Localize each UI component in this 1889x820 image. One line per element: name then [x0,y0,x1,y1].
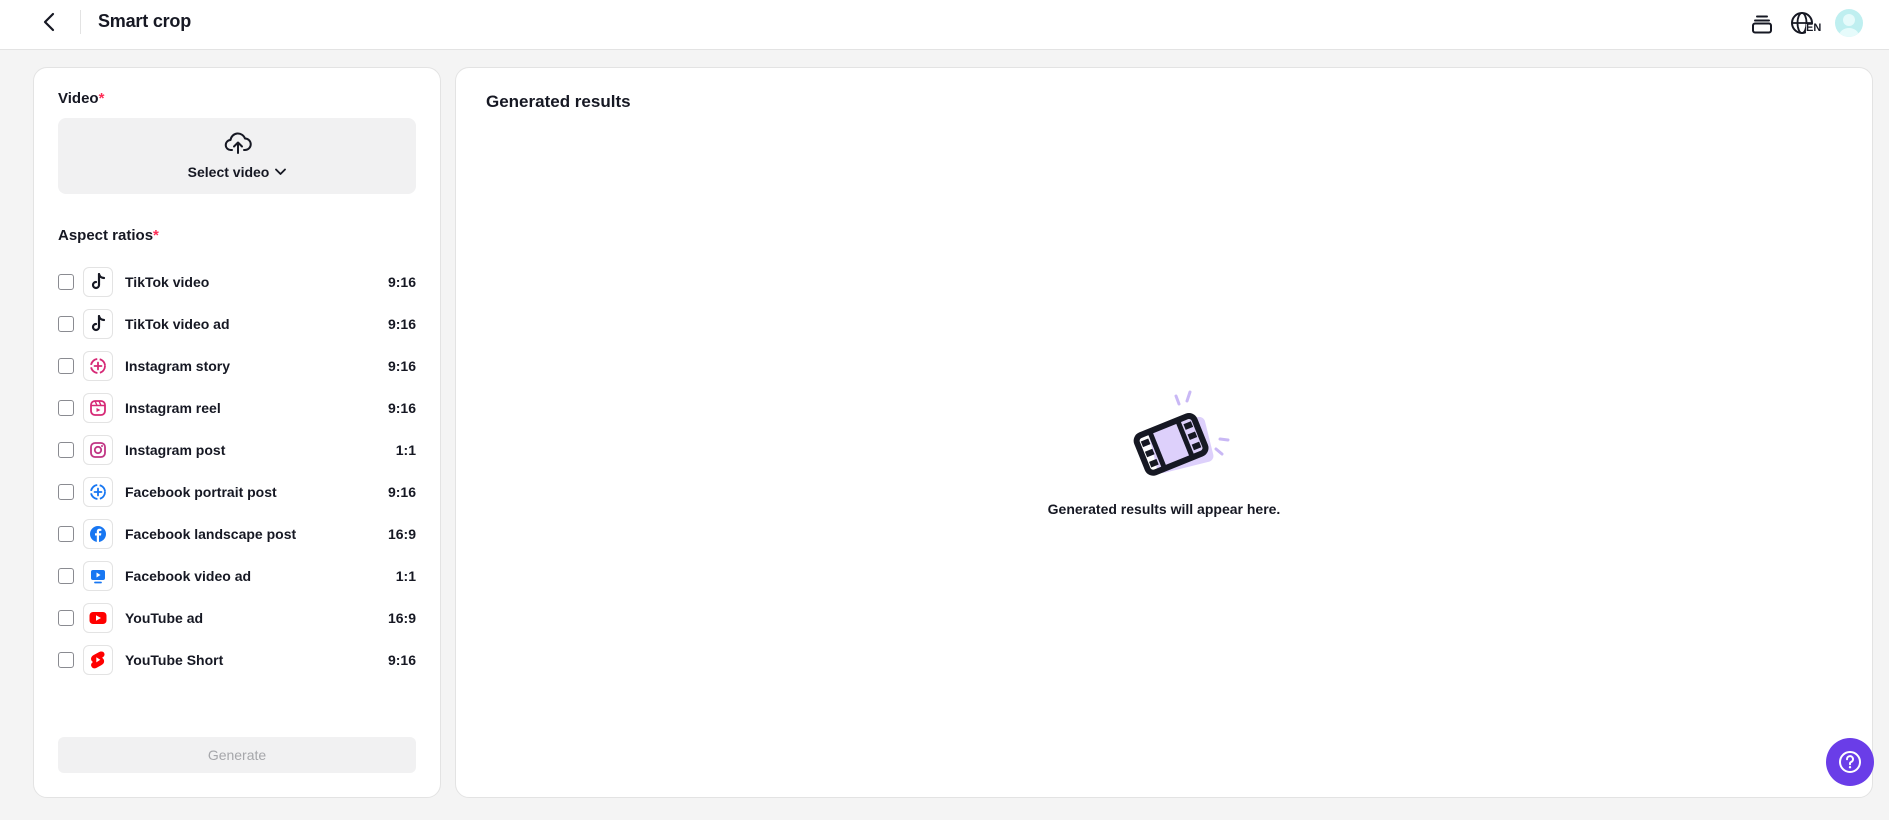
ratio-label: TikTok video [125,274,210,290]
results-title: Generated results [486,92,631,111]
ratio-option-youtube-short[interactable]: YouTube Short 9:16 [58,639,416,681]
ratio-option-instagram-reel[interactable]: Instagram reel 9:16 [58,387,416,429]
select-video-label: Select video [187,164,270,180]
page-title: Smart crop [98,11,192,31]
ratio-checkbox[interactable] [58,484,74,500]
language-code: EN [1806,22,1822,34]
results-panel: Generated results Generated results will… [455,67,1873,798]
avatar [1835,9,1863,37]
youtube-icon [83,603,113,633]
youtube-shorts-icon [83,645,113,675]
chevron-left-icon [43,12,55,32]
instagram-reel-icon [83,393,113,423]
video-label: Video* [58,90,104,107]
layers-icon [1752,15,1772,34]
ratio-option-tiktok-video[interactable]: TikTok video 9:16 [58,261,416,303]
tiktok-icon [83,309,113,339]
ratio-option-instagram-story[interactable]: Instagram story 9:16 [58,345,416,387]
facebook-video-icon [83,561,113,591]
ratio-value: 9:16 [387,400,416,416]
layers-button[interactable] [1749,10,1775,38]
ratio-value: 1:1 [395,442,416,458]
ratio-label: TikTok video ad [125,316,230,332]
ratio-checkbox[interactable] [58,652,74,668]
language-button[interactable]: EN [1790,10,1824,38]
ratio-option-facebook-video-ad[interactable]: Facebook video ad 1:1 [58,555,416,597]
ratio-checkbox[interactable] [58,610,74,626]
ratio-value: 9:16 [387,274,416,290]
settings-panel: Video* Select video Aspect ratios* TikTo… [33,67,441,798]
select-video-dropzone[interactable]: Select video [58,118,416,194]
facebook-story-icon [83,477,113,507]
generate-button[interactable]: Generate [58,737,416,773]
question-mark-icon [1839,751,1861,773]
ratio-checkbox[interactable] [58,316,74,332]
ratio-value: 9:16 [387,484,416,500]
ratio-label: YouTube ad [125,610,204,626]
ratio-label: Facebook landscape post [125,526,297,542]
ratio-value: 16:9 [387,526,416,542]
ratio-label: Instagram story [125,358,231,374]
ratio-value: 9:16 [387,358,416,374]
required-mark: * [153,227,159,244]
back-button[interactable] [36,9,62,35]
ratio-checkbox[interactable] [58,442,74,458]
ratio-option-facebook-landscape-post[interactable]: Facebook landscape post 16:9 [58,513,416,555]
help-button[interactable] [1826,738,1874,786]
ratio-label: Facebook portrait post [125,484,277,500]
required-mark: * [98,90,105,107]
ratio-option-tiktok-video-ad[interactable]: TikTok video ad 9:16 [58,303,416,345]
ratio-checkbox[interactable] [58,568,74,584]
ratio-option-facebook-portrait-post[interactable]: Facebook portrait post 9:16 [58,471,416,513]
ratio-label: Instagram reel [125,400,221,416]
topbar-divider [80,10,81,34]
facebook-icon [83,519,113,549]
ratio-label: YouTube Short [125,652,224,668]
video-label-text: Video [58,90,99,107]
empty-state-text: Generated results will appear here. [1047,501,1281,517]
aspect-ratios-label: Aspect ratios* [58,227,159,244]
ratio-value: 9:16 [387,652,416,668]
ratio-checkbox[interactable] [58,358,74,374]
chevron-down-icon [275,168,287,175]
ratio-checkbox[interactable] [58,526,74,542]
ratio-option-instagram-post[interactable]: Instagram post 1:1 [58,429,416,471]
instagram-icon [83,435,113,465]
ratio-label: Facebook video ad [125,568,252,584]
ratio-value: 9:16 [387,316,416,332]
ratio-value: 1:1 [395,568,416,584]
ratio-value: 16:9 [387,610,416,626]
ratio-checkbox[interactable] [58,400,74,416]
aspect-ratios-label-text: Aspect ratios [58,227,154,244]
ratio-checkbox[interactable] [58,274,74,290]
user-avatar-button[interactable] [1835,9,1863,37]
user-icon [1839,14,1859,37]
tiktok-icon [83,267,113,297]
select-video-button[interactable]: Select video [58,164,416,180]
film-reel-icon [1133,390,1230,476]
ratio-option-youtube-ad[interactable]: YouTube ad 16:9 [58,597,416,639]
aspect-ratio-list: TikTok video 9:16 TikTok video ad 9:16 I… [58,261,416,681]
cloud-upload-icon [224,132,252,154]
instagram-story-icon [83,351,113,381]
ratio-label: Instagram post [125,442,226,458]
top-bar: Smart crop EN [0,0,1889,50]
